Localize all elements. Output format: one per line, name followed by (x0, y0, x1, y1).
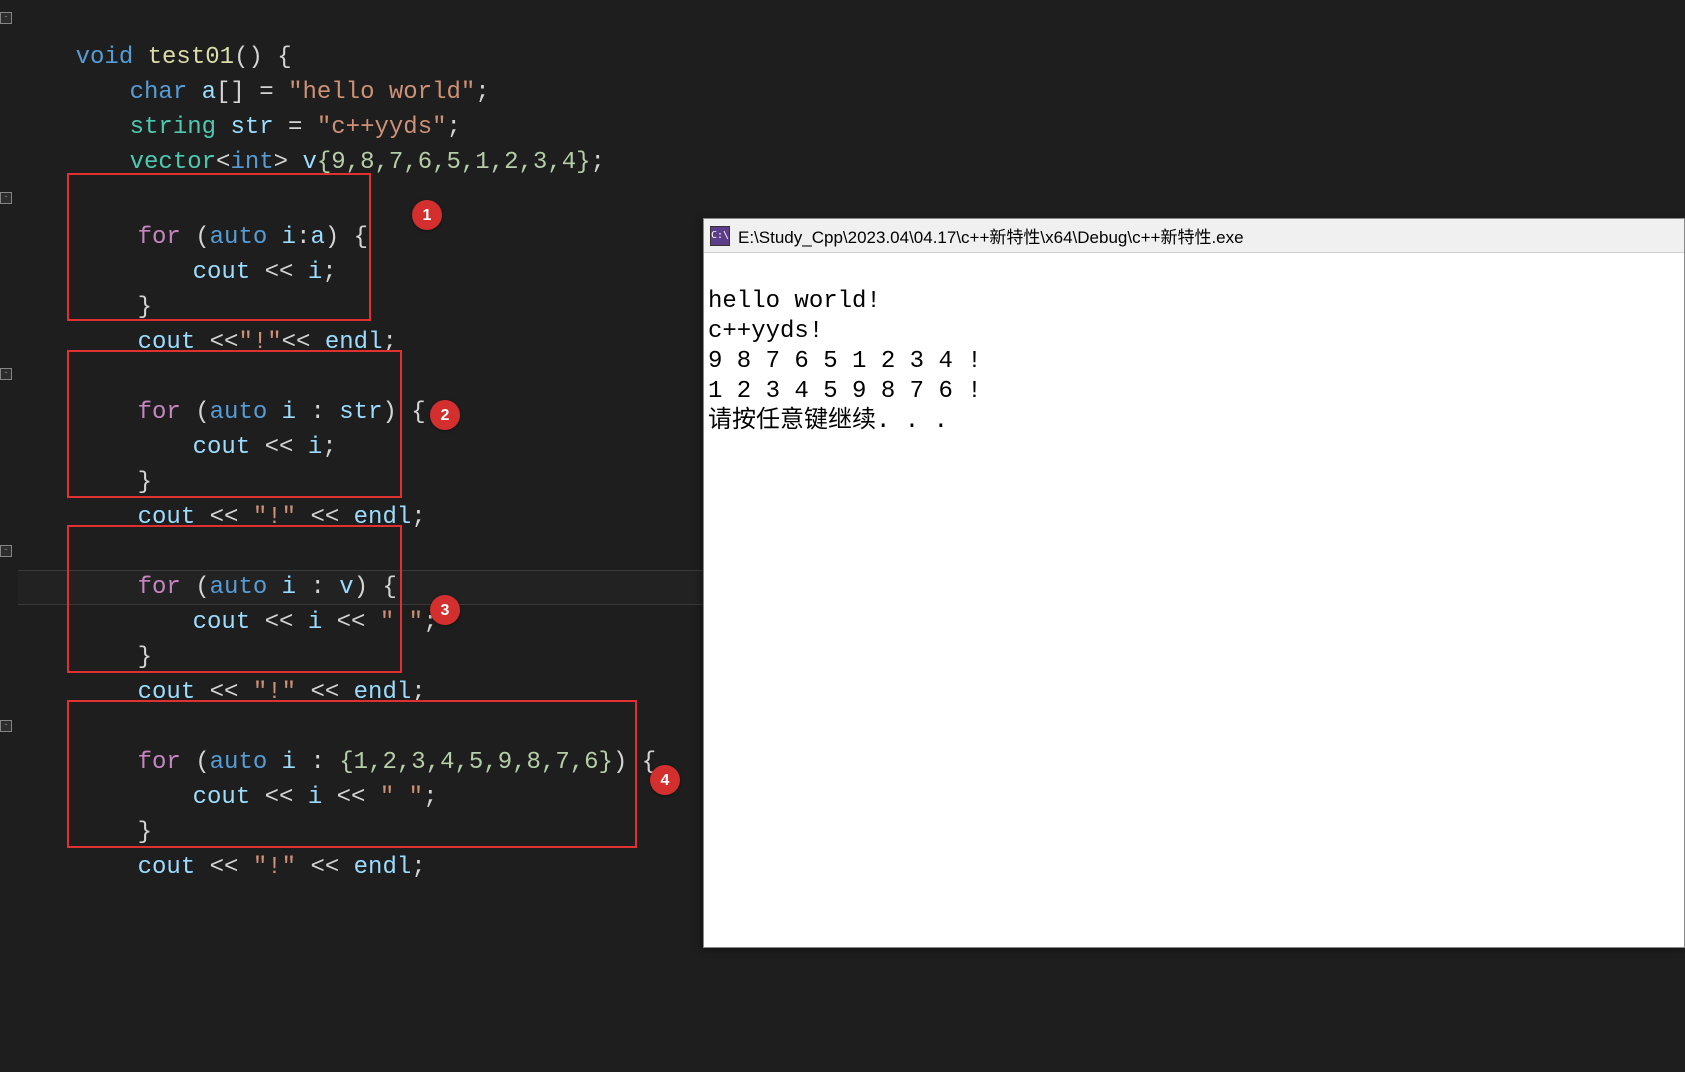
console-output[interactable]: hello world! c++yyds! 9 8 7 6 5 1 2 3 4 … (704, 253, 1684, 471)
fold-icon[interactable]: - (0, 192, 12, 204)
annotation-badge-3: 3 (430, 595, 460, 625)
annotation-badge-1: 1 (412, 200, 442, 230)
fold-icon[interactable]: - (0, 720, 12, 732)
console-app-icon: C:\ (710, 226, 730, 246)
annotation-badge-4: 4 (650, 765, 680, 795)
fold-icon[interactable]: - (0, 12, 12, 24)
console-title: E:\Study_Cpp\2023.04\04.17\c++新特性\x64\De… (738, 223, 1244, 248)
fold-icon[interactable]: - (0, 545, 12, 557)
annotation-badge-2: 2 (430, 400, 460, 430)
console-line: 1 2 3 4 5 9 8 7 6 ! (708, 378, 982, 405)
console-line: hello world! (708, 288, 881, 315)
code-line[interactable]: cout << "!" << endl; (80, 815, 426, 920)
console-line: c++yyds! (708, 318, 823, 345)
console-titlebar[interactable]: C:\ E:\Study_Cpp\2023.04\04.17\c++新特性\x6… (704, 219, 1684, 253)
console-window[interactable]: C:\ E:\Study_Cpp\2023.04\04.17\c++新特性\x6… (703, 218, 1685, 948)
fold-icon[interactable]: - (0, 368, 12, 380)
console-line: 9 8 7 6 5 1 2 3 4 ! (708, 348, 982, 375)
console-line: 请按任意键继续. . . (708, 408, 948, 435)
